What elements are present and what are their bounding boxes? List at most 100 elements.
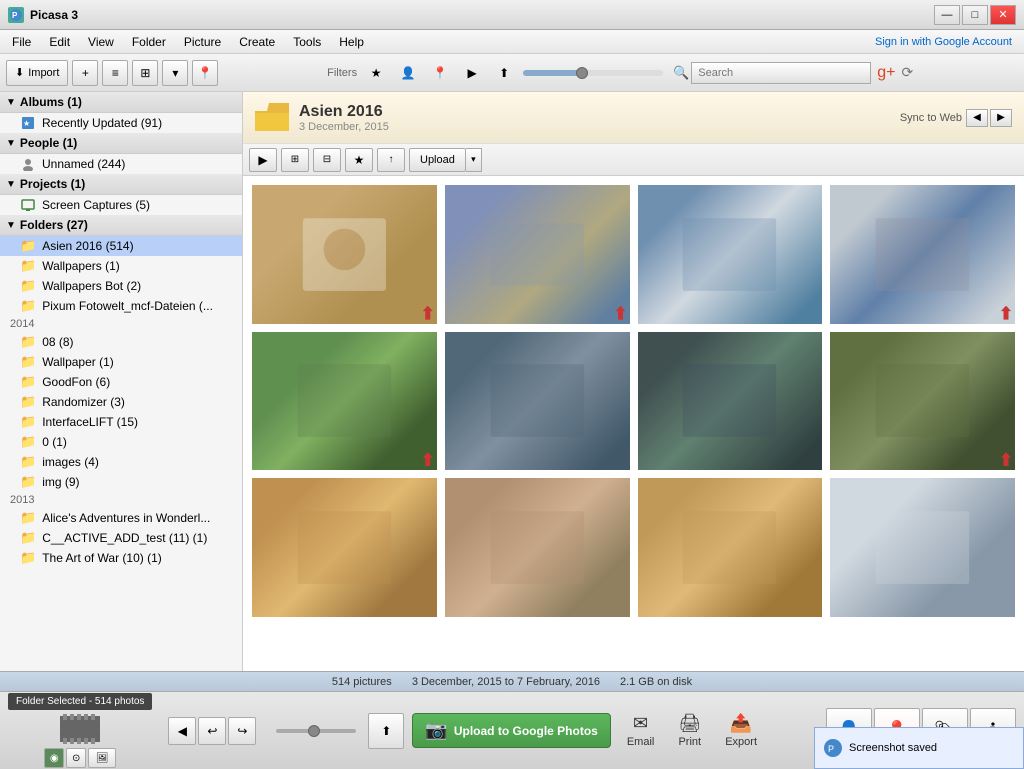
photo-thumb-1[interactable] (251, 184, 438, 325)
sync-right-button[interactable]: ▶ (990, 109, 1012, 127)
cactive-label: C__ACTIVE_ADD_test (11) (1) (42, 531, 207, 545)
photo-thumb-9[interactable] (251, 477, 438, 618)
menu-file[interactable]: File (4, 33, 39, 51)
bottom-mini-btn-3[interactable]: 🖼 (88, 748, 116, 768)
menu-create[interactable]: Create (231, 33, 283, 51)
photo-image-11 (638, 478, 823, 617)
location-button[interactable]: 📍 (192, 60, 218, 86)
photo-thumb-3[interactable] (637, 184, 824, 325)
sidebar-item-wallpaper[interactable]: 📁 Wallpaper (1) (0, 352, 242, 372)
sidebar-item-goodfon[interactable]: 📁 GoodFon (6) (0, 372, 242, 392)
folders-header[interactable]: ▼ Folders (27) (0, 215, 242, 236)
sidebar-item-interfacelift[interactable]: 📁 InterfaceLIFT (15) (0, 412, 242, 432)
redo-button[interactable]: ↪ (228, 717, 256, 745)
bottom-mini-btn-2[interactable]: ⊙ (66, 748, 86, 768)
sign-in-link[interactable]: Sign in with Google Account (875, 36, 1020, 48)
list-view-button[interactable]: ≡ (102, 60, 128, 86)
goodfon-label: GoodFon (6) (42, 375, 110, 389)
share-button[interactable]: ↑ (377, 148, 405, 172)
sidebar-item-artofwar[interactable]: 📁 The Art of War (10) (1) (0, 548, 242, 568)
location-filter-icon[interactable]: 📍 (427, 60, 453, 86)
projects-header[interactable]: ▼ Projects (1) (0, 174, 242, 195)
people-filter-icon[interactable]: 👤 (395, 60, 421, 86)
photo-image-3 (638, 185, 823, 324)
people-header[interactable]: ▼ People (1) (0, 133, 242, 154)
sync-left-button[interactable]: ◀ (966, 109, 988, 127)
sidebar: ▼ Albums (1) ★ Recently Updated (91) ▼ P… (0, 92, 243, 671)
collage-button[interactable]: ⊞ (281, 148, 309, 172)
filter-slider[interactable] (523, 70, 663, 76)
email-button[interactable]: ✉ Email (619, 709, 663, 752)
grid-view-button[interactable]: ⊞ (132, 60, 158, 86)
sidebar-item-img[interactable]: 📁 img (9) (0, 472, 242, 492)
print-button[interactable]: 🖨 Print (670, 709, 709, 752)
bottom-toolbar: Folder Selected - 514 photos ◉ ⊙ 🖼 ◀ ↩ ↪ (0, 691, 1024, 769)
sidebar-item-asien2016[interactable]: 📁 Asien 2016 (514) (0, 236, 242, 256)
film-strip-icon (60, 714, 100, 744)
menu-picture[interactable]: Picture (176, 33, 229, 51)
zoom-slider[interactable] (276, 729, 356, 733)
import-button[interactable]: ⬇ Import (6, 60, 68, 86)
main-area: ▼ Albums (1) ★ Recently Updated (91) ▼ P… (0, 92, 1024, 671)
star-filter-icon[interactable]: ★ (363, 60, 389, 86)
picture-count: 514 pictures (332, 676, 392, 688)
sidebar-item-pixum[interactable]: 📁 Pixum Fotowelt_mcf-Dateien (... (0, 296, 242, 316)
upload-dropdown-button[interactable]: ▾ (466, 148, 482, 172)
photo-thumb-10[interactable] (444, 477, 631, 618)
sidebar-item-randomizer[interactable]: 📁 Randomizer (3) (0, 392, 242, 412)
back-button[interactable]: ◀ (168, 717, 196, 745)
sidebar-item-08[interactable]: 📁 08 (8) (0, 332, 242, 352)
add-button[interactable]: + (72, 60, 98, 86)
grid-button[interactable]: ⊟ (313, 148, 341, 172)
menu-view[interactable]: View (80, 33, 122, 51)
photo-thumb-5[interactable] (251, 331, 438, 472)
photo-thumb-4[interactable] (829, 184, 1016, 325)
upload-button[interactable]: Upload (409, 148, 466, 172)
app-icon: P (8, 7, 24, 23)
dropdown-button[interactable]: ▾ (162, 60, 188, 86)
photo-thumb-12[interactable] (829, 477, 1016, 618)
sidebar-item-0[interactable]: 📁 0 (1) (0, 432, 242, 452)
sidebar-item-cactive[interactable]: 📁 C__ACTIVE_ADD_test (11) (1) (0, 528, 242, 548)
sidebar-item-images[interactable]: 📁 images (4) (0, 452, 242, 472)
recently-updated-label: Recently Updated (91) (42, 116, 162, 130)
sidebar-item-screen-captures[interactable]: Screen Captures (5) (0, 195, 242, 215)
menu-tools[interactable]: Tools (285, 33, 329, 51)
albums-header[interactable]: ▼ Albums (1) (0, 92, 242, 113)
sync-area: Sync to Web ◀ ▶ (900, 109, 1012, 127)
upload-filter-icon[interactable]: ⬆ (491, 60, 517, 86)
folder-icon-0: 📁 (20, 434, 36, 450)
upload-toolbar-button[interactable]: ⬆ (368, 713, 404, 749)
upload-google-button[interactable]: 📷 Upload to Google Photos (412, 713, 610, 748)
star-button[interactable]: ★ (345, 148, 373, 172)
person-icon (20, 156, 36, 172)
photo-thumb-2[interactable] (444, 184, 631, 325)
folder-icon-goodfon: 📁 (20, 374, 36, 390)
window-controls: — □ ✕ (934, 5, 1016, 25)
filters-label: Filters (327, 67, 357, 79)
folder-icon-interfacelift: 📁 (20, 414, 36, 430)
sidebar-item-wallpapers[interactable]: 📁 Wallpapers (1) (0, 256, 242, 276)
folder-icon-alice: 📁 (20, 510, 36, 526)
sidebar-item-wallpapers-bot[interactable]: 📁 Wallpapers Bot (2) (0, 276, 242, 296)
sync-controls: ◀ ▶ (966, 109, 1012, 127)
photo-thumb-11[interactable] (637, 477, 824, 618)
close-button[interactable]: ✕ (990, 5, 1016, 25)
sidebar-item-alice[interactable]: 📁 Alice's Adventures in Wonderl... (0, 508, 242, 528)
maximize-button[interactable]: □ (962, 5, 988, 25)
video-filter-icon[interactable]: ▶ (459, 60, 485, 86)
minimize-button[interactable]: — (934, 5, 960, 25)
play-button[interactable]: ▶ (249, 148, 277, 172)
menu-edit[interactable]: Edit (41, 33, 78, 51)
sidebar-item-unnamed[interactable]: Unnamed (244) (0, 154, 242, 174)
menu-help[interactable]: Help (331, 33, 372, 51)
photo-thumb-8[interactable] (829, 331, 1016, 472)
photo-thumb-7[interactable] (637, 331, 824, 472)
photo-thumb-6[interactable] (444, 331, 631, 472)
undo-button[interactable]: ↩ (198, 717, 226, 745)
bottom-mini-btn-1[interactable]: ◉ (44, 748, 64, 768)
search-input[interactable] (691, 62, 871, 84)
menu-folder[interactable]: Folder (124, 33, 174, 51)
export-button[interactable]: 📤 Export (717, 709, 765, 752)
sidebar-item-recently-updated[interactable]: ★ Recently Updated (91) (0, 113, 242, 133)
